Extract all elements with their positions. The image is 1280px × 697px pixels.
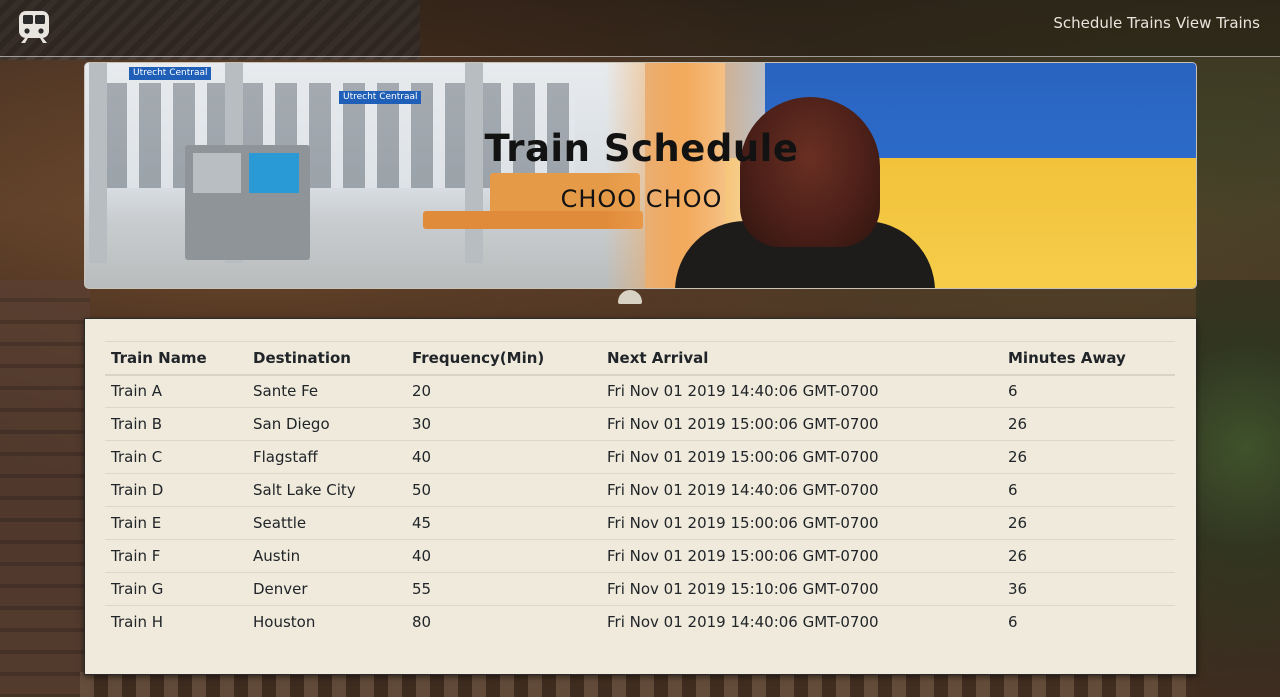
cell-minutes-away: 26	[1002, 440, 1175, 474]
cell-frequency: 40	[406, 539, 601, 573]
cell-minutes-away: 26	[1002, 407, 1175, 441]
cell-destination: Houston	[247, 605, 406, 639]
column-header-frequency: Frequency(Min)	[406, 341, 601, 376]
cell-next-arrival: Fri Nov 01 2019 15:00:06 GMT-0700	[601, 506, 1002, 540]
cell-train-name: Train G	[105, 572, 247, 606]
train-icon[interactable]	[18, 10, 50, 44]
background-lamp	[618, 290, 642, 304]
table-row: Train C Flagstaff 40 Fri Nov 01 2019 15:…	[105, 440, 1175, 474]
table-row: Train D Salt Lake City 50 Fri Nov 01 201…	[105, 473, 1175, 507]
cell-frequency: 45	[406, 506, 601, 540]
cell-destination: San Diego	[247, 407, 406, 441]
table-row: Train H Houston 80 Fri Nov 01 2019 14:40…	[105, 605, 1175, 639]
hero-person-hair	[740, 97, 880, 247]
cell-destination: Sante Fe	[247, 374, 406, 408]
cell-next-arrival: Fri Nov 01 2019 14:40:06 GMT-0700	[601, 473, 1002, 507]
cell-frequency: 20	[406, 374, 601, 408]
cell-minutes-away: 36	[1002, 572, 1175, 606]
hero-station-image: Utrecht Centraal Utrecht Centraal	[85, 63, 645, 288]
column-header-next-arrival: Next Arrival	[601, 341, 1002, 376]
cell-destination: Salt Lake City	[247, 473, 406, 507]
navbar: Schedule Trains View Trains	[0, 0, 1280, 57]
cell-frequency: 50	[406, 473, 601, 507]
hero-station-sign: Utrecht Centraal	[129, 67, 212, 80]
cell-minutes-away: 6	[1002, 374, 1175, 408]
nav-link-view-trains[interactable]: View Trains	[1176, 14, 1260, 32]
cell-next-arrival: Fri Nov 01 2019 15:00:06 GMT-0700	[601, 440, 1002, 474]
cell-frequency: 55	[406, 572, 601, 606]
cell-destination: Austin	[247, 539, 406, 573]
cell-next-arrival: Fri Nov 01 2019 15:10:06 GMT-0700	[601, 572, 1002, 606]
cell-train-name: Train E	[105, 506, 247, 540]
table-row: Train B San Diego 30 Fri Nov 01 2019 15:…	[105, 407, 1175, 441]
hero-banner: Utrecht Centraal Utrecht Centraal Train …	[84, 62, 1197, 289]
schedule-panel: Train Name Destination Frequency(Min) Ne…	[84, 318, 1197, 675]
cell-next-arrival: Fri Nov 01 2019 15:00:06 GMT-0700	[601, 539, 1002, 573]
column-header-destination: Destination	[247, 341, 406, 376]
cell-minutes-away: 26	[1002, 506, 1175, 540]
cell-frequency: 30	[406, 407, 601, 441]
column-header-train-name: Train Name	[105, 341, 247, 376]
table-row: Train G Denver 55 Fri Nov 01 2019 15:10:…	[105, 572, 1175, 606]
cell-minutes-away: 6	[1002, 473, 1175, 507]
column-header-minutes-away: Minutes Away	[1002, 341, 1175, 376]
cell-destination: Flagstaff	[247, 440, 406, 474]
background-foliage-right	[1196, 280, 1280, 697]
cell-minutes-away: 26	[1002, 539, 1175, 573]
cell-next-arrival: Fri Nov 01 2019 14:40:06 GMT-0700	[601, 605, 1002, 639]
cell-destination: Denver	[247, 572, 406, 606]
cell-train-name: Train A	[105, 374, 247, 408]
table-row: Train F Austin 40 Fri Nov 01 2019 15:00:…	[105, 539, 1175, 573]
cell-train-name: Train D	[105, 473, 247, 507]
background-wall-left	[0, 280, 90, 697]
page-subtitle: CHOO CHOO	[560, 185, 723, 213]
schedule-table: Train Name Destination Frequency(Min) Ne…	[105, 341, 1175, 639]
cell-frequency: 40	[406, 440, 601, 474]
page-title: Train Schedule	[484, 127, 799, 170]
cell-train-name: Train B	[105, 407, 247, 441]
cell-frequency: 80	[406, 605, 601, 639]
cell-train-name: Train F	[105, 539, 247, 573]
cell-minutes-away: 6	[1002, 605, 1175, 639]
cell-next-arrival: Fri Nov 01 2019 15:00:06 GMT-0700	[601, 407, 1002, 441]
cell-train-name: Train H	[105, 605, 247, 639]
cell-next-arrival: Fri Nov 01 2019 14:40:06 GMT-0700	[601, 374, 1002, 408]
nav-links: Schedule Trains View Trains	[1053, 14, 1260, 32]
nav-link-schedule-trains[interactable]: Schedule Trains	[1053, 14, 1171, 32]
table-header-row: Train Name Destination Frequency(Min) Ne…	[105, 341, 1175, 376]
cell-destination: Seattle	[247, 506, 406, 540]
cell-train-name: Train C	[105, 440, 247, 474]
hero-station-sign: Utrecht Centraal	[339, 91, 422, 104]
table-row: Train E Seattle 45 Fri Nov 01 2019 15:00…	[105, 506, 1175, 540]
table-row: Train A Sante Fe 20 Fri Nov 01 2019 14:4…	[105, 374, 1175, 408]
background-track	[80, 672, 1200, 697]
